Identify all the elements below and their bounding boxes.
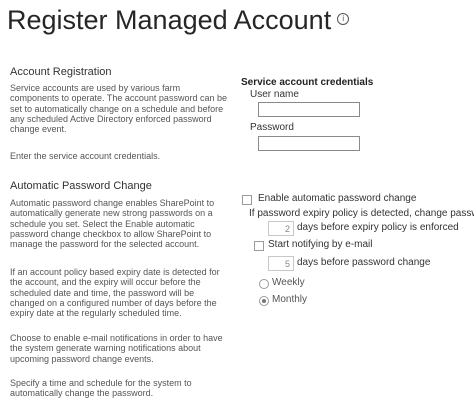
expiry-days-label: days before expiry policy is enforced [297,222,459,233]
monthly-label: Monthly [272,294,308,305]
account-registration-heading: Account Registration [10,66,112,78]
enable-auto-change-label: Enable automatic password change [258,193,417,204]
notify-days-label: days before password change [297,257,431,268]
weekly-radio[interactable] [259,279,269,289]
username-label: User name [250,89,299,100]
notify-email-label: Start notifying by e-mail [268,239,373,250]
account-registration-instruction: Enter the service account credentials. [10,151,161,161]
username-input[interactable] [258,102,360,117]
expiry-policy-description: If an account policy based expiry date i… [10,267,220,319]
account-registration-description: Service accounts are used by various far… [10,83,227,135]
email-notification-description: Choose to enable e-mail notifications in… [10,333,223,364]
schedule-description: Specify a time and schedule for the syst… [10,378,192,399]
page-title: Register Managed Account i [7,3,350,37]
weekly-label: Weekly [272,277,305,288]
policy-detected-label: If password expiry policy is detected, c… [249,208,474,219]
info-icon[interactable]: i [337,12,350,25]
password-label: Password [250,122,294,133]
monthly-radio[interactable] [259,296,269,306]
page-title-text: Register Managed Account [7,5,332,35]
credentials-heading: Service account credentials [241,77,374,88]
enable-auto-change-checkbox[interactable] [242,195,252,205]
notify-days-input[interactable] [268,256,294,271]
auto-password-heading: Automatic Password Change [10,180,152,192]
auto-password-description: Automatic password change enables ShareP… [10,198,215,250]
notify-email-checkbox[interactable] [254,241,264,251]
expiry-days-input[interactable] [268,221,294,236]
password-input[interactable] [258,136,360,151]
